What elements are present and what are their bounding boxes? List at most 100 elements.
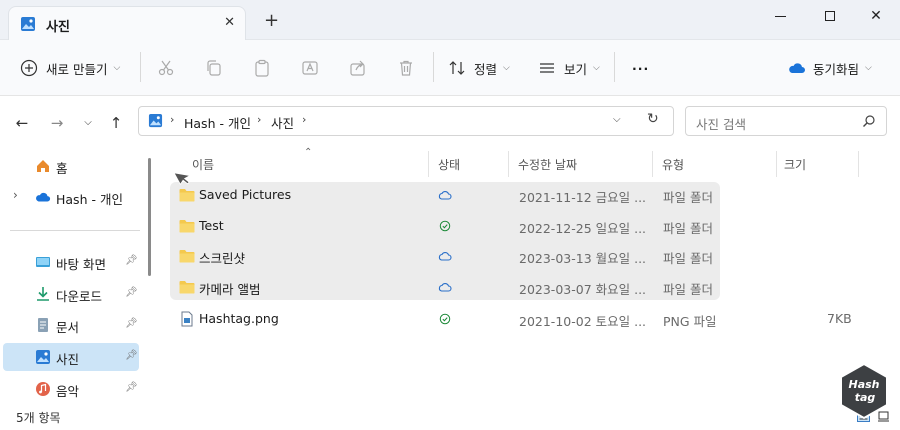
onedrive-sync-button[interactable]: 동기화됨 ⌵	[788, 54, 872, 82]
sidebar-divider	[10, 230, 140, 231]
column-header-modified[interactable]: 수정한 날짜	[518, 156, 577, 173]
sidebar-item-music[interactable]: 음악 📌︎	[3, 375, 139, 403]
pin-icon[interactable]: 📌︎	[125, 255, 138, 266]
column-divider[interactable]	[776, 151, 777, 177]
sidebar-item-onedrive[interactable]: › Hash - 개인	[3, 183, 139, 211]
file-name: 스크린샷	[199, 251, 246, 266]
copy-icon	[207, 60, 221, 76]
photos-folder-icon	[21, 17, 35, 31]
sidebar-item-documents[interactable]: 문서 📌︎	[3, 311, 139, 339]
document-icon	[38, 318, 48, 332]
file-size: 7KB	[827, 311, 852, 326]
paste-button[interactable]	[253, 54, 271, 82]
download-icon	[37, 287, 49, 301]
breadcrumb-chevron-icon[interactable]: ›	[170, 113, 174, 126]
folder-icon	[179, 250, 195, 263]
item-count: 5개 항목	[16, 411, 61, 425]
column-header-status[interactable]: 상태	[438, 156, 460, 173]
table-row[interactable]: 카메라 앨범 2023-03-07 화요일 ... 파일 폴더	[170, 272, 870, 302]
breadcrumb-photos[interactable]: 사진	[271, 113, 294, 132]
trash-icon	[400, 60, 412, 76]
pin-icon[interactable]: 📌︎	[125, 318, 138, 329]
close-window-button[interactable]: ✕	[861, 6, 891, 26]
sidebar-item-label: Hash - 개인	[56, 192, 123, 207]
desktop-icon	[36, 257, 50, 267]
file-type: PNG 파일	[663, 314, 717, 329]
command-bar: 새로 만들기 ⌵ 정렬 ⌵ 보기 ⌵ ··· 동기화됨 ⌵	[0, 40, 900, 96]
table-row[interactable]: Test 2022-12-25 일요일 ... 파일 폴더	[170, 211, 870, 241]
synced-check-icon	[439, 313, 451, 325]
sidebar-item-downloads[interactable]: 다운로드 📌︎	[3, 280, 139, 308]
refresh-icon[interactable]: ↻	[647, 111, 659, 127]
column-divider[interactable]	[858, 151, 859, 177]
minimize-button[interactable]	[765, 6, 795, 26]
search-input[interactable]: 사진 검색	[685, 106, 887, 136]
up-arrow-icon[interactable]: ↑	[107, 114, 125, 132]
table-row[interactable]: Hashtag.png 2021-10-02 토요일 ... PNG 파일 7K…	[170, 304, 870, 334]
rename-button[interactable]	[301, 54, 319, 82]
column-divider[interactable]	[428, 151, 429, 177]
home-icon	[37, 160, 49, 172]
folder-icon	[179, 281, 195, 294]
column-divider[interactable]	[652, 151, 653, 177]
expand-chevron-icon[interactable]: ›	[13, 188, 18, 202]
file-date: 2023-03-13 월요일 ...	[519, 251, 647, 266]
sidebar-item-label: 문서	[56, 320, 80, 335]
tab-photos[interactable]: 사진 ✕	[8, 6, 246, 40]
share-button[interactable]	[349, 54, 367, 82]
view-button[interactable]: 보기 ⌵	[538, 54, 600, 82]
search-placeholder: 사진 검색	[696, 117, 746, 132]
sidebar-item-label: 음악	[56, 384, 80, 399]
pin-icon[interactable]: 📌︎	[125, 382, 138, 393]
scrollbar-thumb[interactable]	[148, 158, 151, 276]
maximize-button[interactable]	[815, 6, 845, 26]
view-lines-icon	[540, 63, 554, 73]
address-dropdown-chevron-icon[interactable]: ⌵	[613, 114, 621, 125]
sidebar-scrollbar[interactable]	[146, 150, 153, 404]
recent-locations-chevron-icon[interactable]: ⌵	[79, 114, 97, 132]
photos-folder-icon	[148, 113, 163, 128]
more-options-button[interactable]: ···	[632, 54, 649, 82]
synced-check-icon	[439, 220, 451, 232]
sidebar-item-home[interactable]: 홈	[3, 152, 139, 180]
breadcrumb-chevron-icon[interactable]: ›	[257, 113, 261, 126]
status-bar: 5개 항목	[0, 404, 900, 430]
copy-button[interactable]	[205, 54, 223, 82]
breadcrumb-hash[interactable]: Hash - 개인	[184, 113, 251, 132]
new-tab-button[interactable]: +	[264, 12, 279, 30]
column-divider[interactable]	[508, 151, 509, 177]
sort-button[interactable]: 정렬 ⌵	[448, 54, 510, 82]
table-row[interactable]: Saved Pictures 2021-11-12 금요일 ... 파일 폴더	[170, 180, 870, 210]
music-icon	[36, 382, 50, 396]
sidebar-item-label: 사진	[56, 352, 80, 367]
toolbar-divider	[433, 52, 434, 82]
table-row[interactable]: 스크린샷 2023-03-13 월요일 ... 파일 폴더	[170, 241, 870, 271]
delete-button[interactable]	[397, 54, 415, 82]
file-date: 2021-11-12 금요일 ...	[519, 190, 647, 205]
new-button-label: 새로 만들기	[46, 61, 108, 77]
pin-icon[interactable]: 📌︎	[125, 350, 138, 361]
toolbar-divider	[614, 52, 615, 82]
navigation-pane: 홈 › Hash - 개인 바탕 화면 📌︎ 다운로드 📌︎ 문서 📌︎ 사진 …	[0, 150, 155, 404]
column-header-name[interactable]: 이름	[192, 156, 214, 173]
breadcrumb-chevron-icon[interactable]: ›	[302, 113, 306, 126]
sidebar-item-photos[interactable]: 사진 📌︎	[3, 343, 139, 371]
file-date: 2023-03-07 화요일 ...	[519, 282, 647, 297]
pin-icon[interactable]: 📌︎	[125, 287, 138, 298]
new-button[interactable]: 새로 만들기 ⌵	[20, 54, 120, 82]
forward-arrow-icon[interactable]: →	[48, 114, 66, 132]
hashtag-watermark-logo: Hash tag	[840, 362, 888, 420]
sidebar-item-desktop[interactable]: 바탕 화면 📌︎	[3, 248, 139, 276]
close-tab-icon[interactable]: ✕	[224, 15, 235, 30]
back-arrow-icon[interactable]: ←	[13, 114, 31, 132]
file-type: 파일 폴더	[663, 282, 713, 297]
file-type: 파일 폴더	[663, 251, 713, 266]
navigation-row: ← → ⌵ ↑ › Hash - 개인 › 사진 › ⌵ ↻ 사진 검색	[0, 96, 900, 150]
cut-button[interactable]	[157, 54, 175, 82]
column-header-size[interactable]: 크기	[784, 156, 806, 173]
file-name: Hashtag.png	[199, 311, 279, 326]
minimize-icon	[774, 16, 786, 17]
watermark-line1: Hash	[848, 378, 879, 391]
column-header-type[interactable]: 유형	[662, 156, 684, 173]
address-bar[interactable]: › Hash - 개인 › 사진 › ⌵ ↻	[138, 106, 674, 136]
